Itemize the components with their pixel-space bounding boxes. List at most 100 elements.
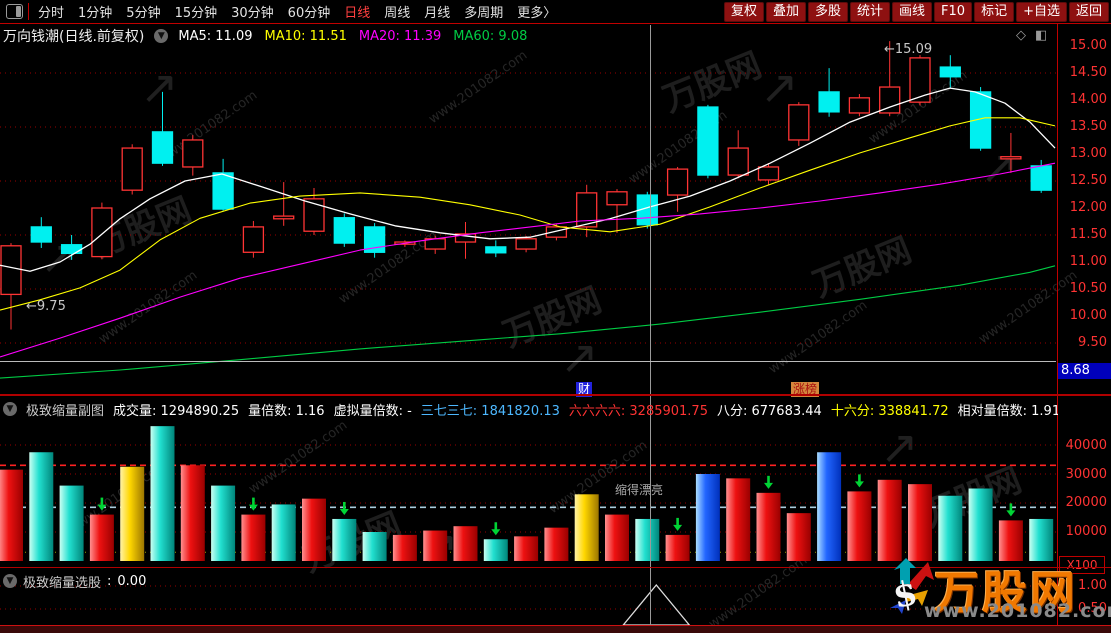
candle-up xyxy=(122,144,142,194)
indicator-fields: 成交量: 1294890.25量倍数: 1.16虚拟量倍数: -三七三七: 18… xyxy=(113,400,1058,419)
period-tab[interactable]: 5分钟 xyxy=(119,2,167,21)
period-tab[interactable]: 多周期 xyxy=(457,2,510,21)
ma-value-label: MA20: 11.39 xyxy=(359,29,441,44)
volume-bar xyxy=(969,489,993,562)
candle-down xyxy=(213,159,233,211)
tool-button[interactable]: 标记 xyxy=(974,2,1014,22)
trading-app-window: www.201082.comwww.201082.comwww.201082.c… xyxy=(0,0,1111,633)
volume-chart[interactable] xyxy=(0,419,1056,569)
price-axis-label: 13.00 xyxy=(1060,146,1107,161)
tool-button[interactable]: F10 xyxy=(934,2,972,22)
candle-down xyxy=(698,105,718,178)
indicator-name[interactable]: 极致缩量副图 xyxy=(26,400,104,419)
buy-signal-arrow-icon xyxy=(855,474,864,487)
ma-value-label: MA10: 11.51 xyxy=(264,29,346,44)
volume-bar xyxy=(726,478,750,561)
volume-axis-label: 10000 xyxy=(1060,524,1107,539)
volume-bar xyxy=(514,536,538,561)
candle-down xyxy=(365,223,385,258)
volume-bar xyxy=(544,528,568,561)
tool-button[interactable]: 统计 xyxy=(850,2,890,22)
indicator-field: 三七三七: 1841820.13 xyxy=(421,400,560,419)
volume-bar xyxy=(423,531,447,561)
candle-down xyxy=(486,240,506,257)
tool-button[interactable]: 叠加 xyxy=(766,2,806,22)
volume-bar xyxy=(181,465,205,561)
tool-button[interactable]: 画线 xyxy=(892,2,932,22)
volume-bar xyxy=(1029,519,1053,561)
selection-header-row: ▼ 极致缩量选股 : 0.00 xyxy=(0,572,146,590)
period-tab[interactable]: 日线 xyxy=(337,2,377,21)
price-annotation: ←9.75 xyxy=(26,299,66,314)
axis-border-line xyxy=(1057,24,1058,633)
price-axis-label: 14.00 xyxy=(1060,92,1107,107)
volume-bar xyxy=(484,539,508,561)
volume-axis-label: 30000 xyxy=(1060,467,1107,482)
period-tab[interactable]: 15分钟 xyxy=(168,2,225,21)
split-window-icon[interactable] xyxy=(6,4,23,19)
price-axis-label: 11.50 xyxy=(1060,227,1107,242)
period-tab[interactable]: 30分钟 xyxy=(224,2,281,21)
period-tab[interactable]: 60分钟 xyxy=(281,2,338,21)
chevron-down-icon[interactable]: ▼ xyxy=(154,29,168,43)
period-tab[interactable]: 1分钟 xyxy=(71,2,119,21)
chart-corner-icons: ◇ ◧ xyxy=(1016,28,1047,43)
candle-up xyxy=(456,222,476,259)
candle-up xyxy=(849,94,869,116)
volume-bar xyxy=(241,515,265,561)
volume-bar xyxy=(151,426,175,561)
candle-up xyxy=(910,55,930,105)
pane-separator xyxy=(0,394,1111,396)
volume-bar xyxy=(938,496,962,561)
buy-signal-arrow-icon xyxy=(97,498,106,511)
volume-bar xyxy=(302,499,326,561)
volume-axis-label: 20000 xyxy=(1060,495,1107,510)
diamond-icon[interactable]: ◇ xyxy=(1016,28,1026,43)
indicator-field: 六六六六: 3285901.75 xyxy=(569,400,708,419)
candle-up xyxy=(516,236,536,252)
candlestick-chart[interactable] xyxy=(0,25,1056,396)
volume-bar xyxy=(696,474,720,561)
candle-up xyxy=(274,182,294,226)
period-tab[interactable]: 月线 xyxy=(417,2,457,21)
tools-menu: 复权叠加多股统计画线F10标记+自选返回 xyxy=(724,2,1111,22)
candle-up xyxy=(789,102,809,146)
tool-button[interactable]: 返回 xyxy=(1069,2,1109,22)
ma-value-label: MA5: 11.09 xyxy=(178,29,252,44)
tool-button[interactable]: 复权 xyxy=(724,2,764,22)
ma-value-label: MA60: 9.08 xyxy=(453,29,527,44)
tool-button[interactable]: +自选 xyxy=(1016,2,1067,22)
period-tab[interactable]: 更多〉 xyxy=(510,2,563,21)
crosshair-horizontal-line xyxy=(0,361,1056,362)
indicator-field: 虚拟量倍数: - xyxy=(334,400,412,419)
volume-bar xyxy=(120,467,144,561)
candle-up xyxy=(243,221,263,258)
volume-bar xyxy=(393,535,417,561)
layout-icon[interactable]: ◧ xyxy=(1035,28,1047,43)
volume-bar xyxy=(605,515,629,561)
candle-up xyxy=(607,189,627,233)
candle-down xyxy=(819,68,839,117)
indicator-field: 十六分: 338841.72 xyxy=(831,400,949,419)
top-toolbar: 分时1分钟5分钟15分钟30分钟60分钟日线周线月线多周期更多〉 复权叠加多股统… xyxy=(0,0,1111,24)
selection-name[interactable]: 极致缩量选股 xyxy=(23,572,101,591)
volume-bar xyxy=(847,491,871,561)
candle-up xyxy=(728,130,748,178)
site-logo: $ 万股网 www.201082.com xyxy=(876,556,1108,630)
volume-bar xyxy=(666,535,690,561)
buy-signal-arrow-icon xyxy=(1006,503,1015,516)
selection-signal-triangle xyxy=(623,585,689,625)
crosshair-vertical-line xyxy=(650,25,651,626)
logo-site-text: www.201082.com xyxy=(924,600,1111,622)
indicator-field: 相对量倍数: 1.91 xyxy=(958,400,1058,419)
collapse-icon[interactable]: ▼ xyxy=(3,574,17,588)
tool-button[interactable]: 多股 xyxy=(808,2,848,22)
volume-bar xyxy=(363,532,387,561)
collapse-icon[interactable]: ▼ xyxy=(3,402,17,416)
period-tab[interactable]: 周线 xyxy=(377,2,417,21)
candle-up xyxy=(183,135,203,176)
candle-down xyxy=(153,92,173,166)
period-tab[interactable]: 分时 xyxy=(31,2,71,21)
volume-bar xyxy=(575,494,599,561)
price-axis-label: 12.50 xyxy=(1060,173,1107,188)
